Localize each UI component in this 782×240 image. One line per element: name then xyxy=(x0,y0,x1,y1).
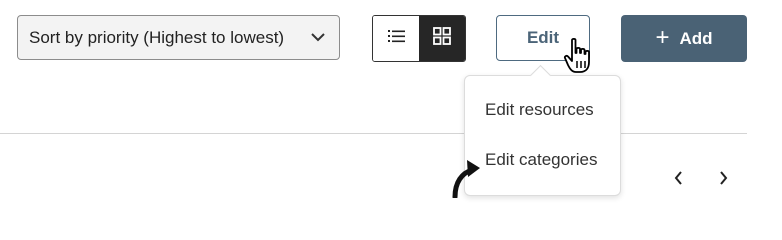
resources-toolbar-screen: Sort by priority (Highest to lowest) Edi… xyxy=(0,0,782,215)
list-view-button[interactable] xyxy=(373,16,419,61)
menu-item-edit-categories[interactable]: Edit categories xyxy=(485,150,597,170)
grid-view-button[interactable] xyxy=(419,16,465,61)
hand-pointer-cursor-icon xyxy=(563,37,603,77)
menu-item-edit-resources[interactable]: Edit resources xyxy=(485,100,594,120)
previous-page-button[interactable] xyxy=(666,168,690,192)
chevron-down-icon xyxy=(309,29,327,47)
edit-dropdown-menu: Edit resources Edit categories xyxy=(464,75,621,196)
curved-arrow-icon xyxy=(450,156,484,200)
plus-icon: + xyxy=(655,23,670,51)
add-button-label: Add xyxy=(679,28,713,48)
next-page-button[interactable] xyxy=(711,168,735,192)
view-toggle xyxy=(372,15,466,62)
list-icon xyxy=(387,29,405,48)
chevron-left-icon xyxy=(674,170,683,190)
divider xyxy=(0,133,747,134)
grid-icon xyxy=(433,27,451,50)
add-button[interactable]: + Add xyxy=(621,15,747,62)
sort-dropdown[interactable]: Sort by priority (Highest to lowest) xyxy=(17,15,340,60)
edit-button-label: Edit xyxy=(526,28,560,47)
chevron-right-icon xyxy=(719,170,728,190)
sort-dropdown-label: Sort by priority (Highest to lowest) xyxy=(29,27,285,47)
